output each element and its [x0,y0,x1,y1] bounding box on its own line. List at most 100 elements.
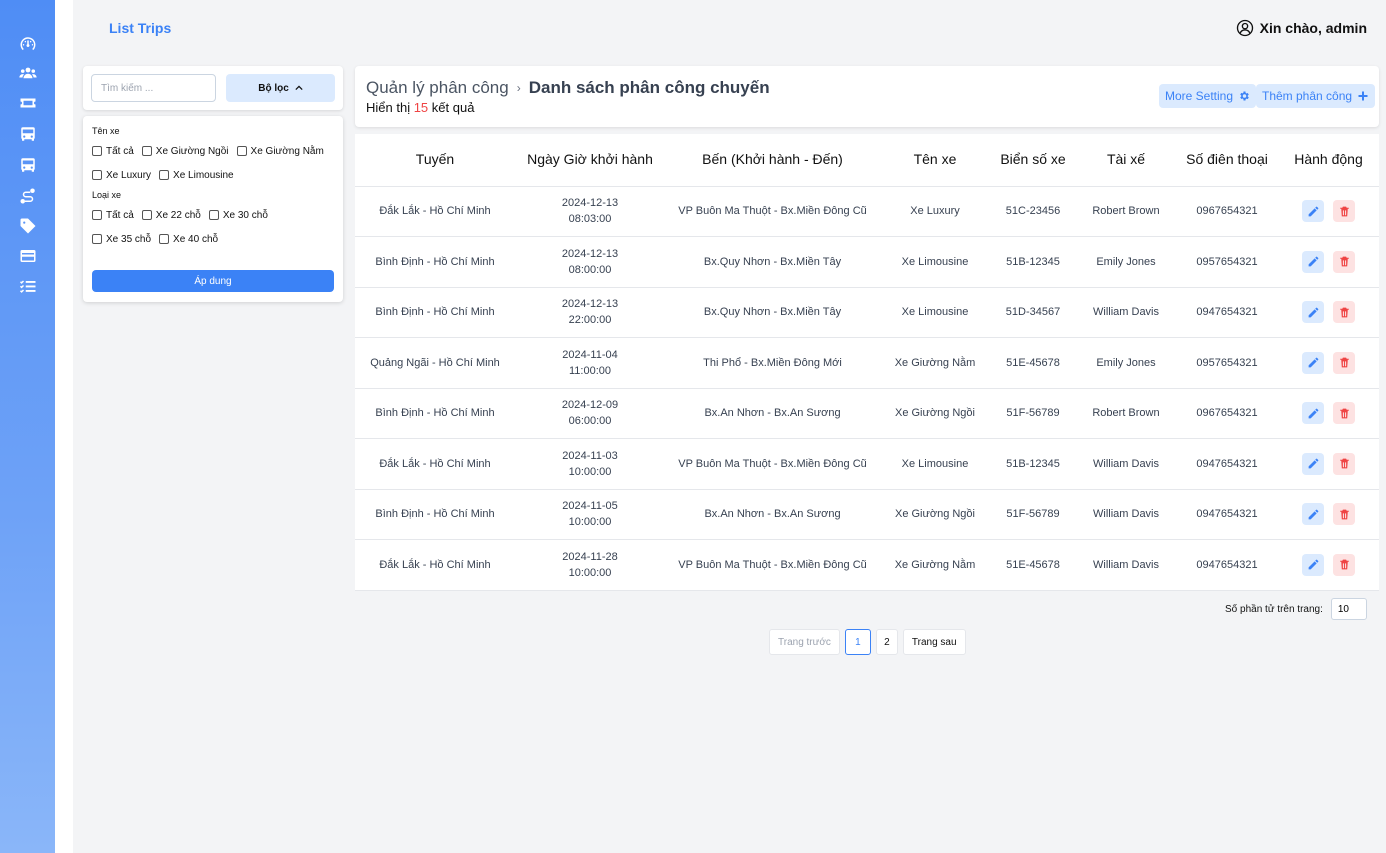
cell-station: Bx.Quy Nhơn - Bx.Miền Tây [665,287,880,338]
page-button-1[interactable]: 1 [844,629,871,655]
filter-checkbox[interactable]: Xe 22 chỗ [141,206,201,224]
gear-icon [1240,91,1249,101]
dashboard-icon[interactable] [18,34,38,54]
trash-icon [1339,509,1349,520]
cell-date: 2024-12-13 [561,247,619,260]
delete-button[interactable] [1333,351,1355,374]
checkbox[interactable] [92,170,102,180]
table-row: Đắk Lắk - Hồ Chí Minh 2024-12-13 08:03:00 V… [355,186,1379,237]
filter-checkbox[interactable]: Xe 30 chỗ [208,206,268,224]
task-list-icon[interactable] [18,277,38,297]
next-page-button[interactable]: Trang sau [902,629,966,655]
checkbox[interactable] [159,170,170,180]
edit-button[interactable] [1302,402,1324,425]
prev-page-button[interactable]: Trang trước [769,629,840,655]
cell-station: VP Buôn Ma Thuột - Bx.Miền Đông Cũ [665,186,880,237]
bus-icon[interactable] [18,155,38,175]
edit-button[interactable] [1302,351,1324,374]
trash-icon [1339,256,1349,267]
tag-icon[interactable] [18,216,38,236]
cell-phone: 0967654321 [1176,388,1278,439]
checkbox[interactable] [92,210,102,220]
edit-button[interactable] [1302,452,1324,475]
edit-button[interactable] [1302,503,1324,526]
cell-departure: 2024-12-13 22:00:00 [515,287,665,338]
filter-toggle-button[interactable]: Bộ lọc [226,74,335,102]
cell-driver: Robert Brown [1076,388,1176,439]
filter-panel: Tên xe Tất cả Xe Giường Ngồi Xe Giường N… [83,116,343,302]
cell-actions [1278,186,1379,237]
bus-icon[interactable] [18,124,38,144]
filter-toggle-label: Bộ lọc [258,82,289,94]
filter-checkbox[interactable]: Xe Giường Nằm [236,142,324,160]
cell-date: 2024-11-03 [562,449,618,462]
search-bar: Bộ lọc [83,66,343,110]
checkbox[interactable] [141,146,152,156]
checkbox[interactable] [92,234,102,244]
edit-button[interactable] [1302,301,1324,324]
checkbox[interactable] [92,146,102,156]
users-icon[interactable] [18,63,38,83]
cell-bus-name: Xe Limousine [880,287,990,338]
cell-station: Thi Phổ - Bx.Miền Đông Mới [665,337,880,389]
delete-button[interactable] [1333,250,1355,273]
col-station[interactable]: Bến (Khởi hành - Đến) [665,134,880,187]
col-phone[interactable]: Số điên thoại [1176,134,1278,187]
trash-icon [1339,559,1349,570]
filter-checkbox[interactable]: Xe 35 chỗ [92,230,151,248]
credit-card-icon[interactable] [18,246,38,266]
table-row: Bình Định - Hồ Chí Minh 2024-12-13 08:00:0… [355,236,1379,288]
filter-checkbox[interactable]: Tất cả [92,142,134,160]
filter-group-bus-type-label: Loại xe [92,190,122,200]
cell-phone: 0947654321 [1176,539,1278,591]
page-button-2[interactable]: 2 [875,629,898,655]
col-plate[interactable]: Biển số xe [990,134,1076,187]
checkbox[interactable] [208,210,219,220]
filter-checkbox[interactable]: Xe Giường Ngồi [141,142,229,160]
edit-button[interactable] [1302,250,1324,273]
ticket-icon[interactable] [18,93,38,113]
delete-button[interactable] [1333,553,1355,576]
col-driver[interactable]: Tài xế [1076,134,1176,187]
delete-button[interactable] [1333,301,1355,324]
filter-checkbox[interactable]: Xe 40 chỗ [159,230,218,248]
checkbox[interactable] [141,210,152,220]
breadcrumb-parent[interactable]: Quản lý phân công [366,78,509,98]
filter-checkbox[interactable]: Xe Luxury [92,166,151,184]
filter-checkbox[interactable]: Tất cả [92,206,134,224]
cell-route: Bình Định - Hồ Chí Minh [355,489,515,540]
checkbox[interactable] [236,146,247,156]
delete-button[interactable] [1333,200,1355,223]
page-title: Danh sách phân công chuyến [528,78,770,97]
cell-plate: 51E-45678 [990,539,1076,591]
add-assignment-button[interactable]: Thêm phân công [1256,84,1376,108]
page-size-label: Số phần tử trên trang: [1225,603,1323,615]
trash-icon [1339,307,1349,318]
route-icon[interactable] [18,186,38,206]
user-greeting[interactable]: Xin chào, admin [1236,19,1367,37]
edit-button[interactable] [1302,200,1324,223]
more-setting-button[interactable]: More Setting [1159,84,1257,108]
cell-bus-name: Xe Limousine [880,438,990,490]
cell-departure: 2024-11-28 10:00:00 [515,539,665,591]
cell-route: Đắk Lắk - Hồ Chí Minh [355,438,515,490]
col-route[interactable]: Tuyến [355,134,515,187]
delete-button[interactable] [1333,452,1355,475]
delete-button[interactable] [1333,402,1355,425]
table-row: Quảng Ngãi - Hồ Chí Minh 2024-11-04 11:00:… [355,337,1379,389]
cell-plate: 51C-23456 [990,186,1076,237]
apply-filter-button[interactable]: Áp dung [92,270,334,292]
cell-plate: 51D-34567 [990,287,1076,338]
table-row: Bình Định - Hồ Chí Minh 2024-12-09 06:00:0… [355,388,1379,439]
cell-bus-name: Xe Giường Ngồi [880,388,990,439]
page-size-input[interactable] [1330,598,1367,620]
pencil-icon [1308,307,1318,318]
col-departure[interactable]: Ngày Giờ khởi hành [515,134,665,187]
result-summary: Hiển thị 15 kết quả [366,100,475,115]
edit-button[interactable] [1302,553,1324,576]
delete-button[interactable] [1333,503,1355,526]
checkbox[interactable] [159,234,170,244]
col-bus-name[interactable]: Tên xe [880,134,990,187]
filter-checkbox[interactable]: Xe Limousine [159,166,234,184]
search-input[interactable] [91,74,216,102]
